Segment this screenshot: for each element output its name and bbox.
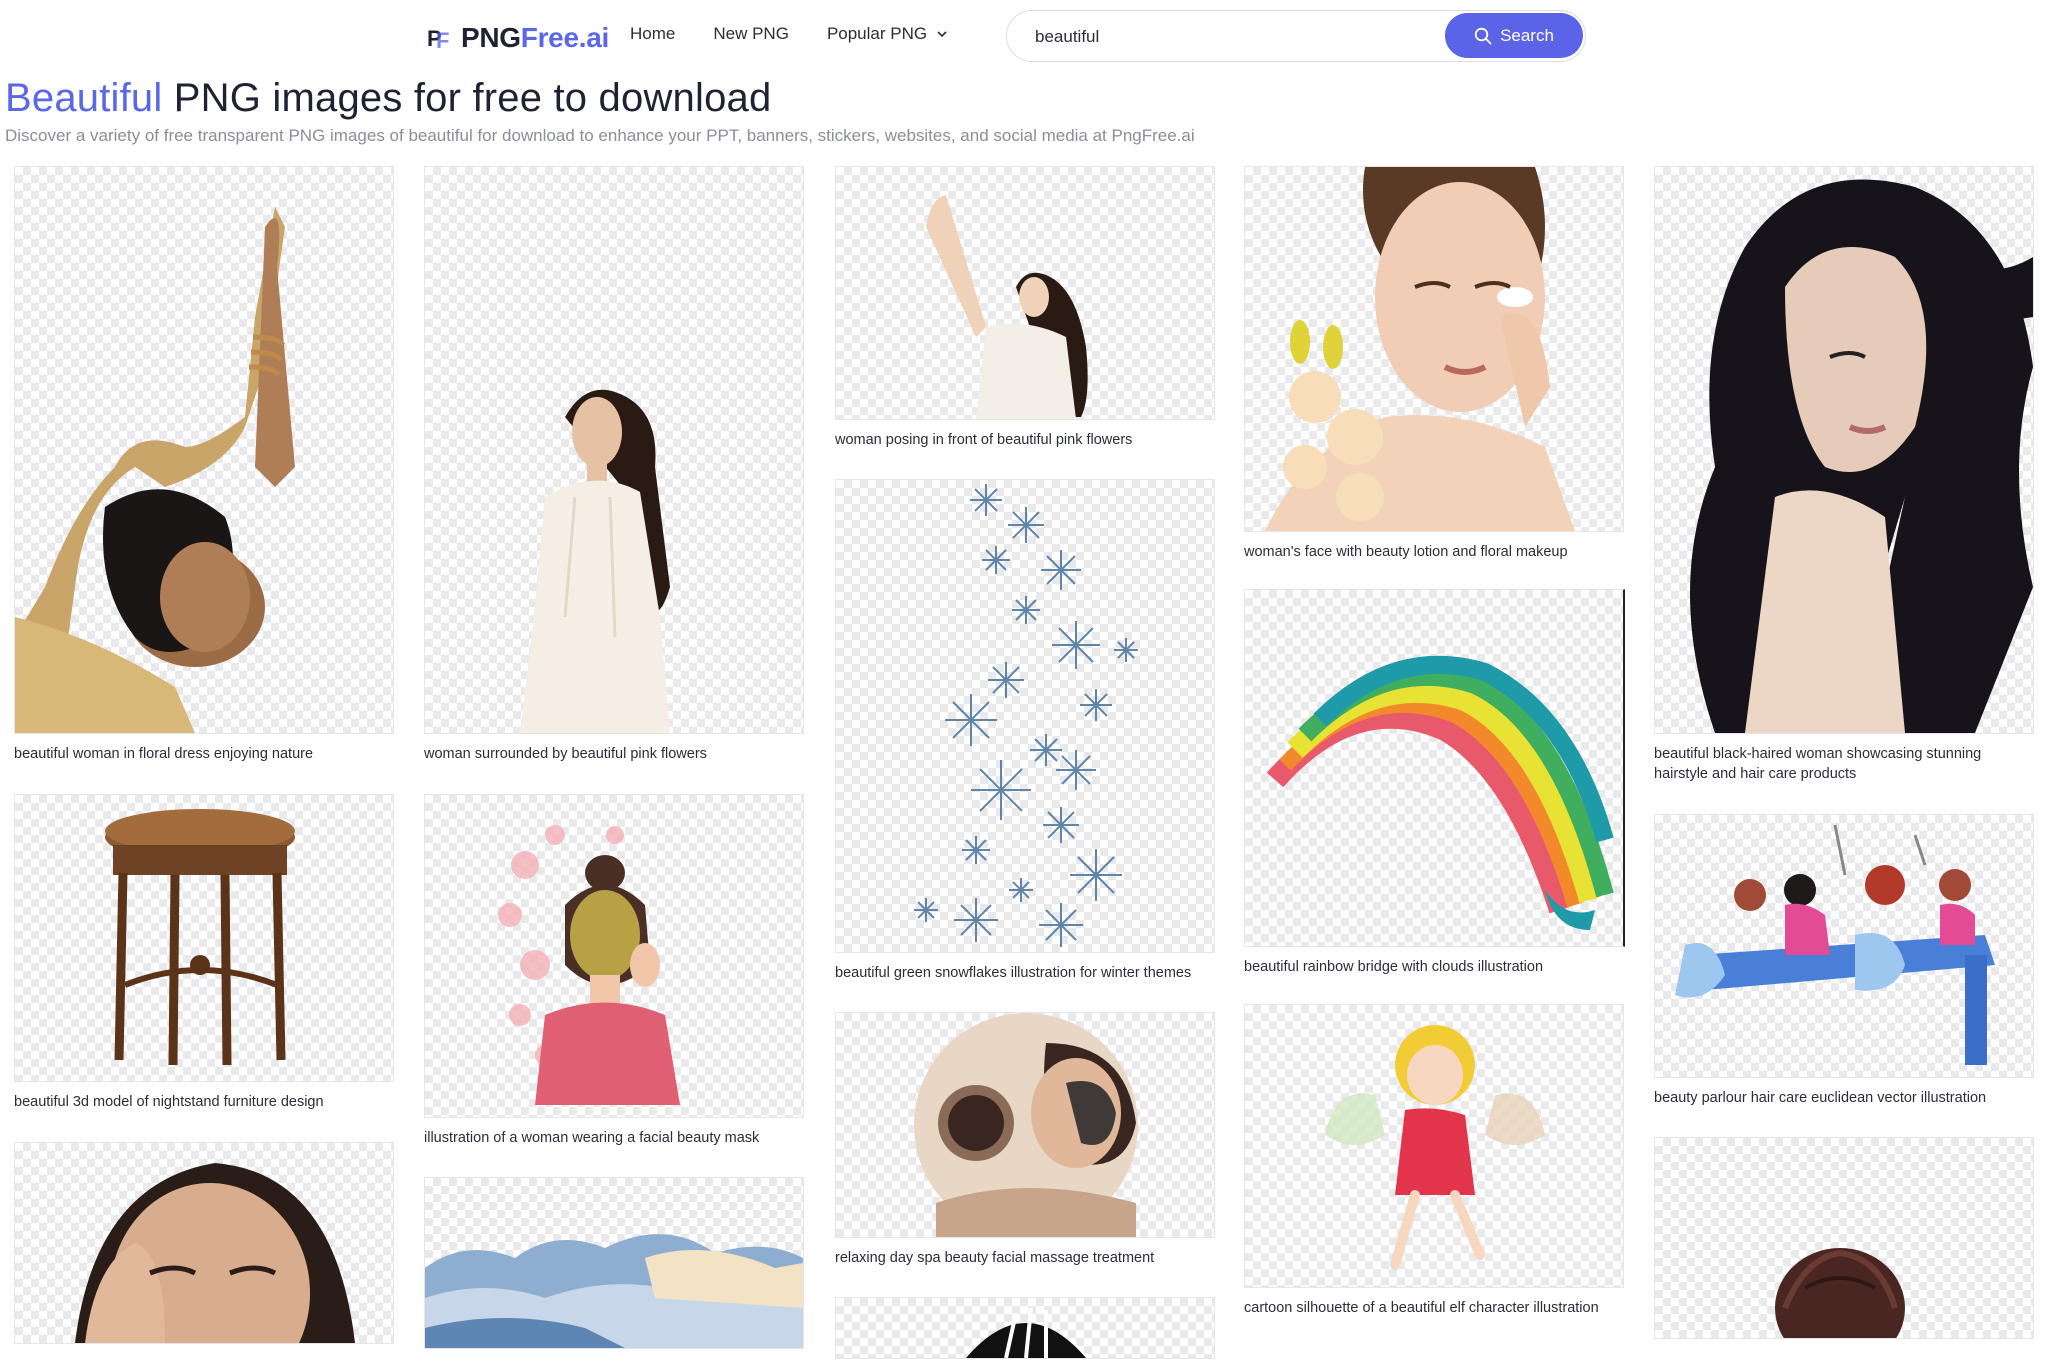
result-card[interactable]: beautiful woman in floral dress enjoying… (14, 166, 394, 764)
woman-white-dress-image[interactable] (424, 166, 804, 734)
result-caption: beautiful rainbow bridge with clouds ill… (1244, 959, 1544, 975)
result-card[interactable]: beautiful rainbow bridge with clouds ill… (1244, 589, 1625, 977)
result-caption: beautiful 3d model of nightstand furnitu… (14, 1094, 324, 1110)
search-icon (1474, 27, 1492, 44)
result-caption: beautiful black-haired woman showcasing … (1654, 746, 1982, 782)
logo-text: PNGFree.ai (461, 22, 609, 53)
result-card[interactable]: beauty parlour hair care euclidean vecto… (1654, 814, 2034, 1108)
page-title: Beautiful PNG images for free to downloa… (5, 76, 771, 121)
result-card[interactable]: cartoon silhouette of a beautiful elf ch… (1244, 1004, 1624, 1318)
result-card[interactable]: woman surrounded by beautiful pink flowe… (424, 166, 804, 764)
site-logo[interactable]: P F PNGFree.ai (427, 18, 609, 58)
result-card[interactable]: beautiful green snowflakes illustration … (835, 479, 1215, 983)
nightstand-image[interactable] (14, 794, 394, 1082)
result-card[interactable]: relaxing day spa beauty facial massage t… (835, 1012, 1215, 1268)
search-button[interactable]: Search (1445, 13, 1583, 58)
page-subtitle: Discover a variety of free transparent P… (5, 126, 1195, 145)
result-card[interactable]: woman posing in front of beautiful pink … (835, 166, 1215, 450)
black-hair-woman-image[interactable] (1654, 166, 2034, 734)
page-title-rest: PNG images for free to download (173, 76, 772, 120)
result-card[interactable] (835, 1297, 1215, 1369)
woman-arms-raised-image[interactable] (14, 166, 394, 734)
result-card[interactable]: beautiful 3d model of nightstand furnitu… (14, 794, 394, 1112)
result-caption: beautiful green snowflakes illustration … (835, 965, 1192, 981)
logo-mark-icon: P F (427, 26, 450, 53)
clouds-image[interactable] (424, 1177, 804, 1349)
search-input[interactable] (1033, 23, 1437, 51)
striped-object-image[interactable] (835, 1297, 1215, 1359)
facial-mask-illustration-image[interactable] (424, 794, 804, 1118)
chevron-down-icon (937, 31, 947, 38)
elf-cartoon-image[interactable] (1244, 1004, 1624, 1288)
result-caption: beauty parlour hair care euclidean vecto… (1654, 1090, 1987, 1106)
woman-posing-image[interactable] (835, 166, 1215, 420)
result-caption: woman's face with beauty lotion and flor… (1244, 544, 1568, 560)
site-header: P F PNGFree.ai Home New PNG Popular PNG … (0, 0, 2047, 74)
nav-popular-png-label: Popular PNG (826, 24, 928, 43)
result-card[interactable]: illustration of a woman wearing a facial… (424, 794, 804, 1148)
nav-new-png[interactable]: New PNG (713, 24, 789, 44)
result-card[interactable] (424, 1177, 804, 1359)
result-card[interactable] (1654, 1137, 2034, 1349)
woman-face-hand-image[interactable] (14, 1142, 394, 1344)
nav-popular-png[interactable]: Popular PNG (827, 24, 947, 44)
result-caption: woman posing in front of beautiful pink … (835, 432, 1133, 448)
result-caption: woman surrounded by beautiful pink flowe… (424, 746, 707, 762)
search-button-label: Search (1500, 25, 1554, 45)
result-caption: beautiful woman in floral dress enjoying… (14, 746, 314, 762)
woman-lotion-face-image[interactable] (1244, 166, 1624, 532)
hair-bun-image[interactable] (1654, 1137, 2034, 1339)
result-caption: illustration of a woman wearing a facial… (424, 1130, 760, 1146)
spa-facial-image[interactable] (835, 1012, 1215, 1238)
search-bar: Search (1006, 10, 1586, 62)
result-card[interactable] (14, 1142, 394, 1354)
result-caption: relaxing day spa beauty facial massage t… (835, 1250, 1155, 1266)
result-card[interactable]: woman's face with beauty lotion and flor… (1244, 166, 1624, 562)
main-nav: Home New PNG Popular PNG (630, 24, 985, 44)
page-title-keyword: Beautiful (5, 76, 163, 120)
snowflakes-image[interactable] (835, 479, 1215, 953)
beauty-parlour-image[interactable] (1654, 814, 2034, 1078)
nav-home[interactable]: Home (630, 24, 675, 44)
result-caption: cartoon silhouette of a beautiful elf ch… (1244, 1300, 1599, 1316)
rainbow-image[interactable] (1244, 589, 1625, 947)
result-card[interactable]: beautiful black-haired woman showcasing … (1654, 166, 2034, 784)
